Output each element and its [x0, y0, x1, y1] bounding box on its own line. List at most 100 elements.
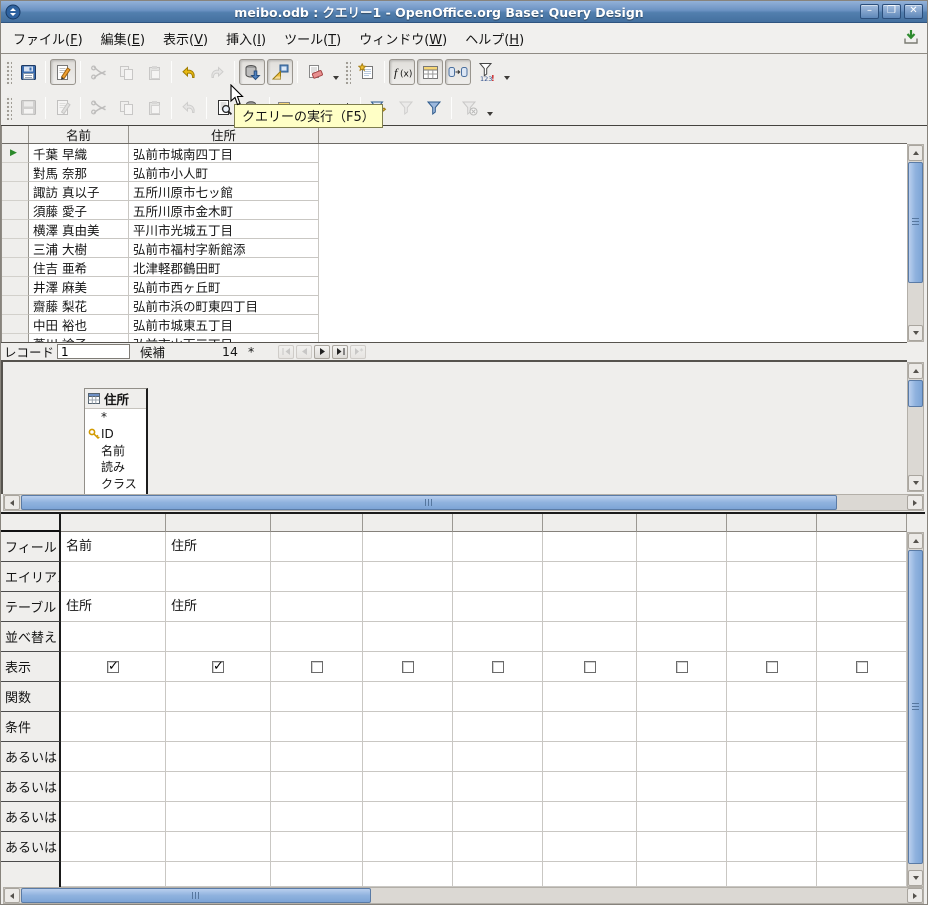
grid-cell[interactable]	[727, 622, 817, 652]
grid-cell[interactable]	[817, 802, 907, 832]
table-window-jusho[interactable]: 住所 * ID 名前 読み クラス	[84, 388, 148, 494]
grid-cell[interactable]: 住所	[166, 592, 271, 622]
grid-header-cell[interactable]	[61, 514, 166, 532]
scroll-up-button[interactable]	[908, 533, 923, 549]
column-header-address[interactable]: 住所	[129, 126, 319, 143]
grid-cell[interactable]	[817, 682, 907, 712]
grid-cell[interactable]	[453, 682, 543, 712]
column-header-name[interactable]: 名前	[29, 126, 129, 143]
field-item[interactable]: ID	[85, 426, 146, 443]
row-selector[interactable]	[2, 277, 29, 296]
grid-cell[interactable]	[817, 862, 907, 887]
grid-cell[interactable]	[453, 532, 543, 562]
cell-address[interactable]: 弘前市城南四丁目	[129, 144, 319, 163]
scroll-thumb[interactable]	[908, 550, 923, 864]
grid-cell[interactable]	[817, 772, 907, 802]
row-selector[interactable]	[2, 182, 29, 201]
menu-item-insert[interactable]: 挿入(I)	[217, 25, 275, 52]
grid-cell[interactable]	[271, 652, 363, 682]
grid-cell[interactable]: 住所	[166, 532, 271, 562]
minimize-button[interactable]: –	[860, 4, 879, 19]
row-selector[interactable]	[2, 315, 29, 334]
cell-name[interactable]: 蔦川 諭子	[29, 334, 129, 342]
visible-checkbox[interactable]	[675, 660, 688, 673]
record-number-input[interactable]	[57, 344, 131, 359]
visible-checkbox[interactable]	[855, 660, 868, 673]
grid-cell[interactable]	[453, 742, 543, 772]
grid-cell[interactable]	[166, 862, 271, 887]
grid-cell[interactable]	[727, 532, 817, 562]
grid-cell[interactable]	[61, 652, 166, 682]
grid-cell[interactable]	[817, 832, 907, 862]
cell-name[interactable]: 對馬 奈那	[29, 163, 129, 182]
switch-design-view-button[interactable]	[267, 59, 293, 85]
grid-cell[interactable]	[166, 622, 271, 652]
grid-cell[interactable]	[543, 592, 637, 622]
grid-cell[interactable]	[61, 562, 166, 592]
grid-cell[interactable]	[637, 652, 727, 682]
next-record-button[interactable]	[314, 344, 331, 359]
cut-button[interactable]	[85, 59, 111, 85]
grid-cell[interactable]	[61, 862, 166, 887]
menu-item-edit[interactable]: 編集(E)	[92, 25, 154, 52]
edit-data-button[interactable]	[50, 95, 76, 121]
functions-button[interactable]: f (x)	[389, 59, 415, 85]
grid-cell[interactable]	[453, 802, 543, 832]
cell-address[interactable]: 弘前市浜の町東四丁目	[129, 296, 319, 315]
scroll-right-button[interactable]	[907, 888, 923, 903]
grid-cell[interactable]	[637, 682, 727, 712]
visible-checkbox[interactable]	[401, 660, 414, 673]
cell-name[interactable]: 齋藤 梨花	[29, 296, 129, 315]
copy-button[interactable]	[113, 95, 139, 121]
grid-cell[interactable]	[453, 592, 543, 622]
visible-checkbox[interactable]	[310, 660, 323, 673]
cell-name[interactable]: 横澤 真由美	[29, 220, 129, 239]
field-item[interactable]: 名前	[85, 442, 146, 459]
scroll-down-button[interactable]	[908, 325, 923, 341]
grid-cell[interactable]	[61, 622, 166, 652]
last-record-button[interactable]	[332, 344, 349, 359]
grid-cell[interactable]	[637, 772, 727, 802]
grid-cell[interactable]	[363, 592, 453, 622]
grid-cell[interactable]	[543, 652, 637, 682]
visible-checkbox[interactable]	[107, 659, 119, 674]
scroll-thumb[interactable]	[908, 380, 923, 407]
scroll-left-button[interactable]	[4, 888, 20, 903]
grid-cell[interactable]	[166, 742, 271, 772]
scroll-down-button[interactable]	[908, 870, 923, 886]
grid-cell[interactable]	[453, 652, 543, 682]
grid-cell[interactable]	[543, 862, 637, 887]
grid-cell[interactable]	[817, 592, 907, 622]
grid-cell[interactable]: 住所	[61, 592, 166, 622]
grid-cell[interactable]	[543, 742, 637, 772]
grid-cell[interactable]	[271, 832, 363, 862]
toolbar-handle[interactable]	[5, 95, 12, 120]
field-item[interactable]: クラス	[85, 475, 146, 492]
toolbar-handle[interactable]	[344, 60, 351, 84]
reset-filter-button[interactable]	[456, 95, 482, 121]
dropdown-caret[interactable]	[500, 59, 513, 85]
grid-cell[interactable]	[271, 682, 363, 712]
grid-cell[interactable]	[727, 652, 817, 682]
grid-cell[interactable]	[543, 622, 637, 652]
grid-cell[interactable]	[61, 832, 166, 862]
paste-button[interactable]	[141, 59, 167, 85]
cell-name[interactable]: 諏訪 真以子	[29, 182, 129, 201]
grid-header-cell[interactable]	[817, 514, 907, 532]
cell-address[interactable]: 弘前市西ヶ丘町	[129, 277, 319, 296]
grid-cell[interactable]	[363, 712, 453, 742]
grid-cell[interactable]	[543, 682, 637, 712]
visible-checkbox[interactable]	[212, 659, 224, 674]
grid-cell[interactable]	[166, 832, 271, 862]
menu-item-help[interactable]: ヘルプ(H)	[456, 25, 533, 52]
grid-cell[interactable]	[543, 802, 637, 832]
grid-cell[interactable]	[453, 622, 543, 652]
grid-cell[interactable]	[727, 802, 817, 832]
grid-cell[interactable]	[271, 712, 363, 742]
grid-cell[interactable]	[166, 562, 271, 592]
design-pane-horizontal-scrollbar[interactable]	[3, 494, 924, 511]
scroll-down-button[interactable]	[908, 475, 923, 491]
previous-record-button[interactable]	[296, 344, 313, 359]
row-selector[interactable]	[2, 163, 29, 182]
grid-header-cell[interactable]	[363, 514, 453, 532]
